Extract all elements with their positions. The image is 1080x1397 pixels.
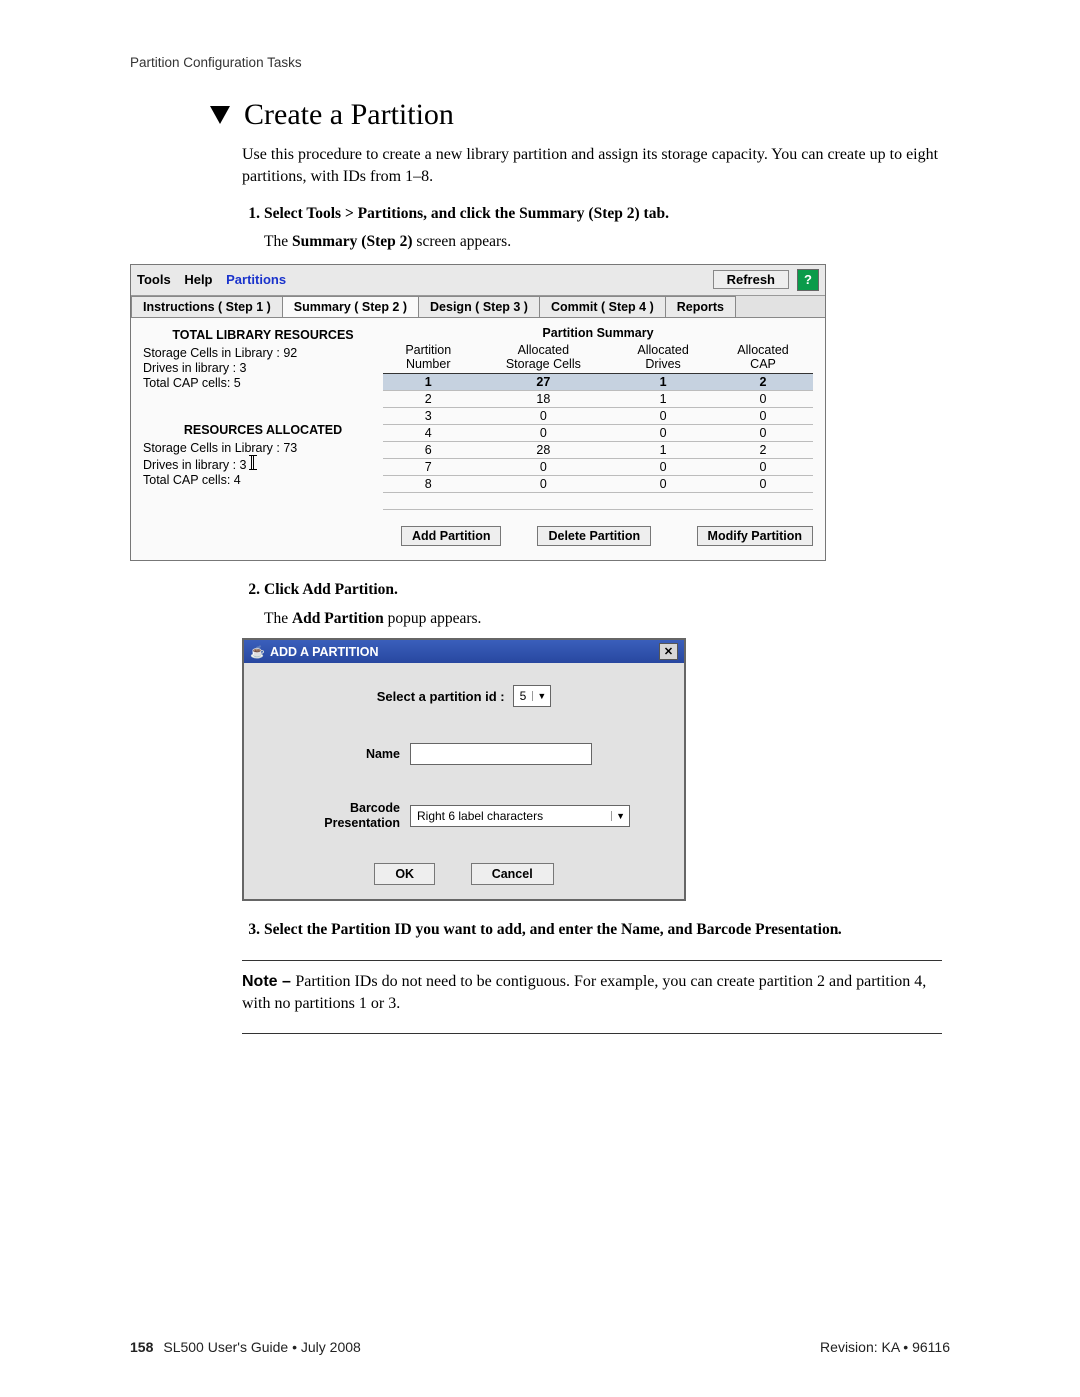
tab-summary[interactable]: Summary ( Step 2 ) <box>282 296 419 317</box>
step-2-result: The Add Partition popup appears. <box>264 608 960 630</box>
coffee-cup-icon: ☕ <box>250 645 265 659</box>
tab-instructions[interactable]: Instructions ( Step 1 ) <box>131 296 283 317</box>
page-number: 158 <box>130 1339 153 1355</box>
tab-reports[interactable]: Reports <box>665 296 736 317</box>
stat-line: Drives in library : 3 <box>143 456 383 472</box>
tab-row: Instructions ( Step 1 ) Summary ( Step 2… <box>131 296 825 318</box>
add-partition-button[interactable]: Add Partition <box>401 526 501 546</box>
intro-text: Use this procedure to create a new libra… <box>242 144 960 189</box>
table-row[interactable]: 12712 <box>383 374 813 391</box>
table-row[interactable]: 62812 <box>383 442 813 459</box>
table-row[interactable]: 7000 <box>383 459 813 476</box>
partition-summary-title: Partition Summary <box>383 326 813 340</box>
step-2: 2.Click Add Partition. <box>242 579 960 601</box>
note: Note – Partition IDs do not need to be c… <box>242 971 942 1016</box>
footer-right: Revision: KA • 96116 <box>820 1339 950 1355</box>
popup-title: ADD A PARTITION <box>270 645 379 659</box>
col-drives: AllocatedDrives <box>613 342 713 374</box>
partition-id-label: Select a partition id : <box>377 689 505 704</box>
table-row[interactable]: 8000 <box>383 476 813 493</box>
step-1: 1.Select Tools > Partitions, and click t… <box>242 203 960 225</box>
table-row <box>383 493 813 510</box>
menu-help[interactable]: Help <box>184 272 212 287</box>
add-partition-popup: ☕ ADD A PARTITION ✕ Select a partition i… <box>242 638 686 901</box>
divider <box>242 1033 942 1034</box>
col-cap: AllocatedCAP <box>713 342 813 374</box>
partition-summary-table: PartitionNumber AllocatedStorage Cells A… <box>383 342 813 511</box>
page-header: Partition Configuration Tasks <box>130 55 960 70</box>
modify-partition-button[interactable]: Modify Partition <box>697 526 813 546</box>
step-1-result: The Summary (Step 2) screen appears. <box>264 231 960 253</box>
partition-id-select[interactable]: 5 ▼ <box>513 685 552 707</box>
name-field[interactable] <box>410 743 592 765</box>
total-resources-head: TOTAL LIBRARY RESOURCES <box>143 328 383 342</box>
resources-allocated-head: RESOURCES ALLOCATED <box>143 423 383 437</box>
triangle-down-icon <box>210 106 230 124</box>
ok-button[interactable]: OK <box>374 863 435 885</box>
menubar: Tools Help Partitions <box>137 272 296 287</box>
step-3: 3.Select the Partition ID you want to ad… <box>242 919 960 941</box>
stat-line: Drives in library : 3 <box>143 361 383 375</box>
menu-tools[interactable]: Tools <box>137 272 171 287</box>
page-title: Create a Partition <box>244 98 454 132</box>
barcode-presentation-select[interactable]: Right 6 label characters ▼ <box>410 805 630 827</box>
table-row[interactable]: 3000 <box>383 408 813 425</box>
step-2-instruction: Click Add Partition. <box>264 581 398 598</box>
tab-commit[interactable]: Commit ( Step 4 ) <box>539 296 666 317</box>
page-footer: 158 SL500 User's Guide • July 2008 Revisi… <box>0 1339 1080 1355</box>
step-1-instruction: Select Tools > Partitions, and click the… <box>264 205 669 222</box>
table-row[interactable]: 4000 <box>383 425 813 442</box>
stat-line: Storage Cells in Library : 73 <box>143 441 383 455</box>
chevron-down-icon: ▼ <box>611 811 629 821</box>
resources-panel: TOTAL LIBRARY RESOURCES Storage Cells in… <box>143 326 383 547</box>
barcode-label: BarcodePresentation <box>270 801 410 830</box>
chevron-down-icon: ▼ <box>532 691 550 701</box>
name-label: Name <box>270 747 410 761</box>
delete-partition-button[interactable]: Delete Partition <box>537 526 651 546</box>
text-cursor-icon <box>251 456 254 469</box>
tab-design[interactable]: Design ( Step 3 ) <box>418 296 540 317</box>
help-icon[interactable]: ? <box>797 269 819 291</box>
stat-line: Total CAP cells: 4 <box>143 473 383 487</box>
col-storage-cells: AllocatedStorage Cells <box>474 342 614 374</box>
col-partition-number: PartitionNumber <box>383 342 474 374</box>
cancel-button[interactable]: Cancel <box>471 863 554 885</box>
step-3-instruction: Select the Partition ID you want to add,… <box>264 921 838 938</box>
stat-line: Total CAP cells: 5 <box>143 376 383 390</box>
refresh-button[interactable]: Refresh <box>713 270 789 289</box>
stat-line: Storage Cells in Library : 92 <box>143 346 383 360</box>
summary-screenshot: Tools Help Partitions Refresh ? Instruct… <box>130 264 826 562</box>
divider <box>242 960 942 961</box>
footer-left: SL500 User's Guide • July 2008 <box>163 1339 360 1355</box>
table-row[interactable]: 21810 <box>383 391 813 408</box>
menu-partitions[interactable]: Partitions <box>226 272 286 287</box>
close-icon[interactable]: ✕ <box>659 643 678 660</box>
